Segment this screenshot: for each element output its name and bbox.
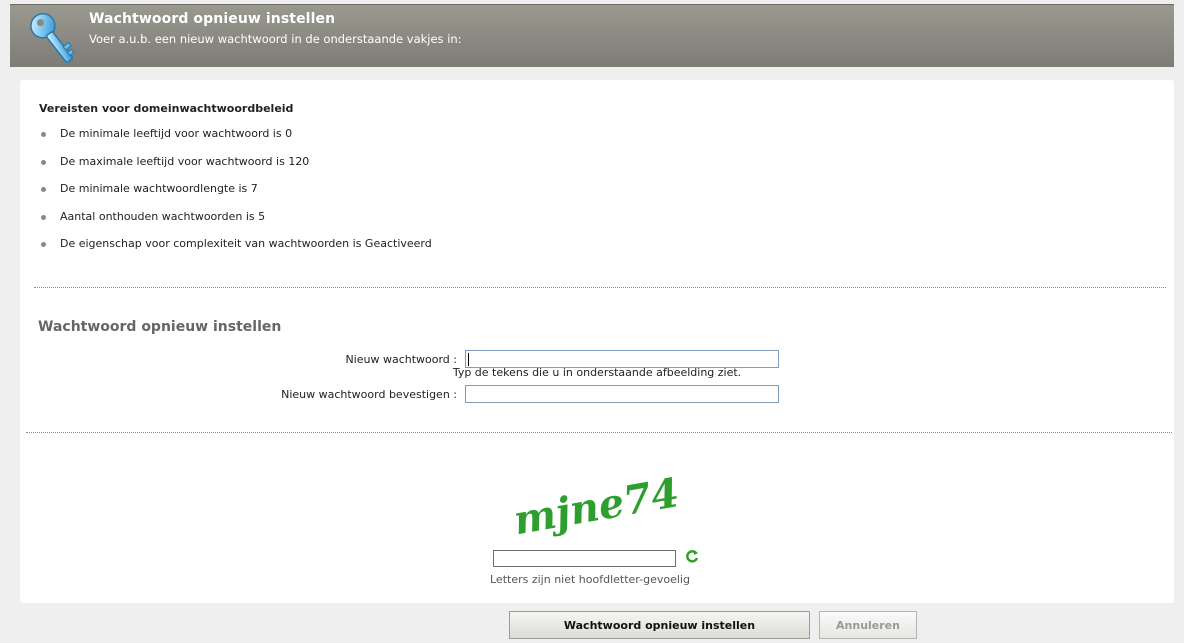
captcha-hint: Letters zijn niet hoofdletter-gevoelig [490,573,690,586]
bullet-icon [41,187,46,192]
page-title: Wachtwoord opnieuw instellen [89,11,336,27]
text-caret [468,353,469,366]
bullet-icon [41,132,46,137]
captcha-instruction: Typ de tekens die u in onderstaande afbe… [452,366,742,379]
divider [34,287,1166,288]
captcha-image: mjne74 [510,469,683,540]
bullet-icon [41,159,46,165]
captcha-input[interactable] [493,550,676,567]
requirement-item: De minimale leeftijd voor wachtwoord is … [39,120,432,148]
requirement-item: De minimale wachtwoordlengte is 7 [39,175,432,203]
requirement-item: De eigenschap voor complexiteit van wach… [39,230,432,258]
confirm-password-label: Nieuw wachtwoord bevestigen : [281,388,457,401]
new-password-label: Nieuw wachtwoord : [345,353,457,366]
key-icon [30,13,75,63]
cancel-button[interactable]: Annuleren [819,611,917,639]
reset-password-button[interactable]: Wachtwoord opnieuw instellen [509,611,810,639]
requirement-text: Aantal onthouden wachtwoorden is 5 [60,209,266,223]
requirement-item: Aantal onthouden wachtwoorden is 5 [39,203,432,231]
requirement-text: De eigenschap voor complexiteit van wach… [60,237,432,250]
confirm-password-field[interactable] [465,385,779,403]
requirements-title: Vereisten voor domeinwachtwoordbeleid [39,102,294,115]
reset-section-title: Wachtwoord opnieuw instellen [38,319,282,335]
requirement-text: De maximale leeftijd voor wachtwoord is … [60,154,310,168]
requirements-list: De minimale leeftijd voor wachtwoord is … [39,120,432,258]
requirement-text: De minimale leeftijd voor wachtwoord is … [60,127,293,140]
bullet-icon [41,242,46,247]
requirement-item: De maximale leeftijd voor wachtwoord is … [39,148,432,176]
captcha-text: mjne74 [510,469,683,540]
refresh-icon[interactable] [685,549,699,565]
page-header: Wachtwoord opnieuw instellen Voer a.u.b.… [10,4,1174,67]
page-subtitle: Voer a.u.b. een nieuw wachtwoord in de o… [89,32,462,46]
requirement-text: De minimale wachtwoordlengte is 7 [60,182,258,195]
bullet-icon [41,214,46,220]
